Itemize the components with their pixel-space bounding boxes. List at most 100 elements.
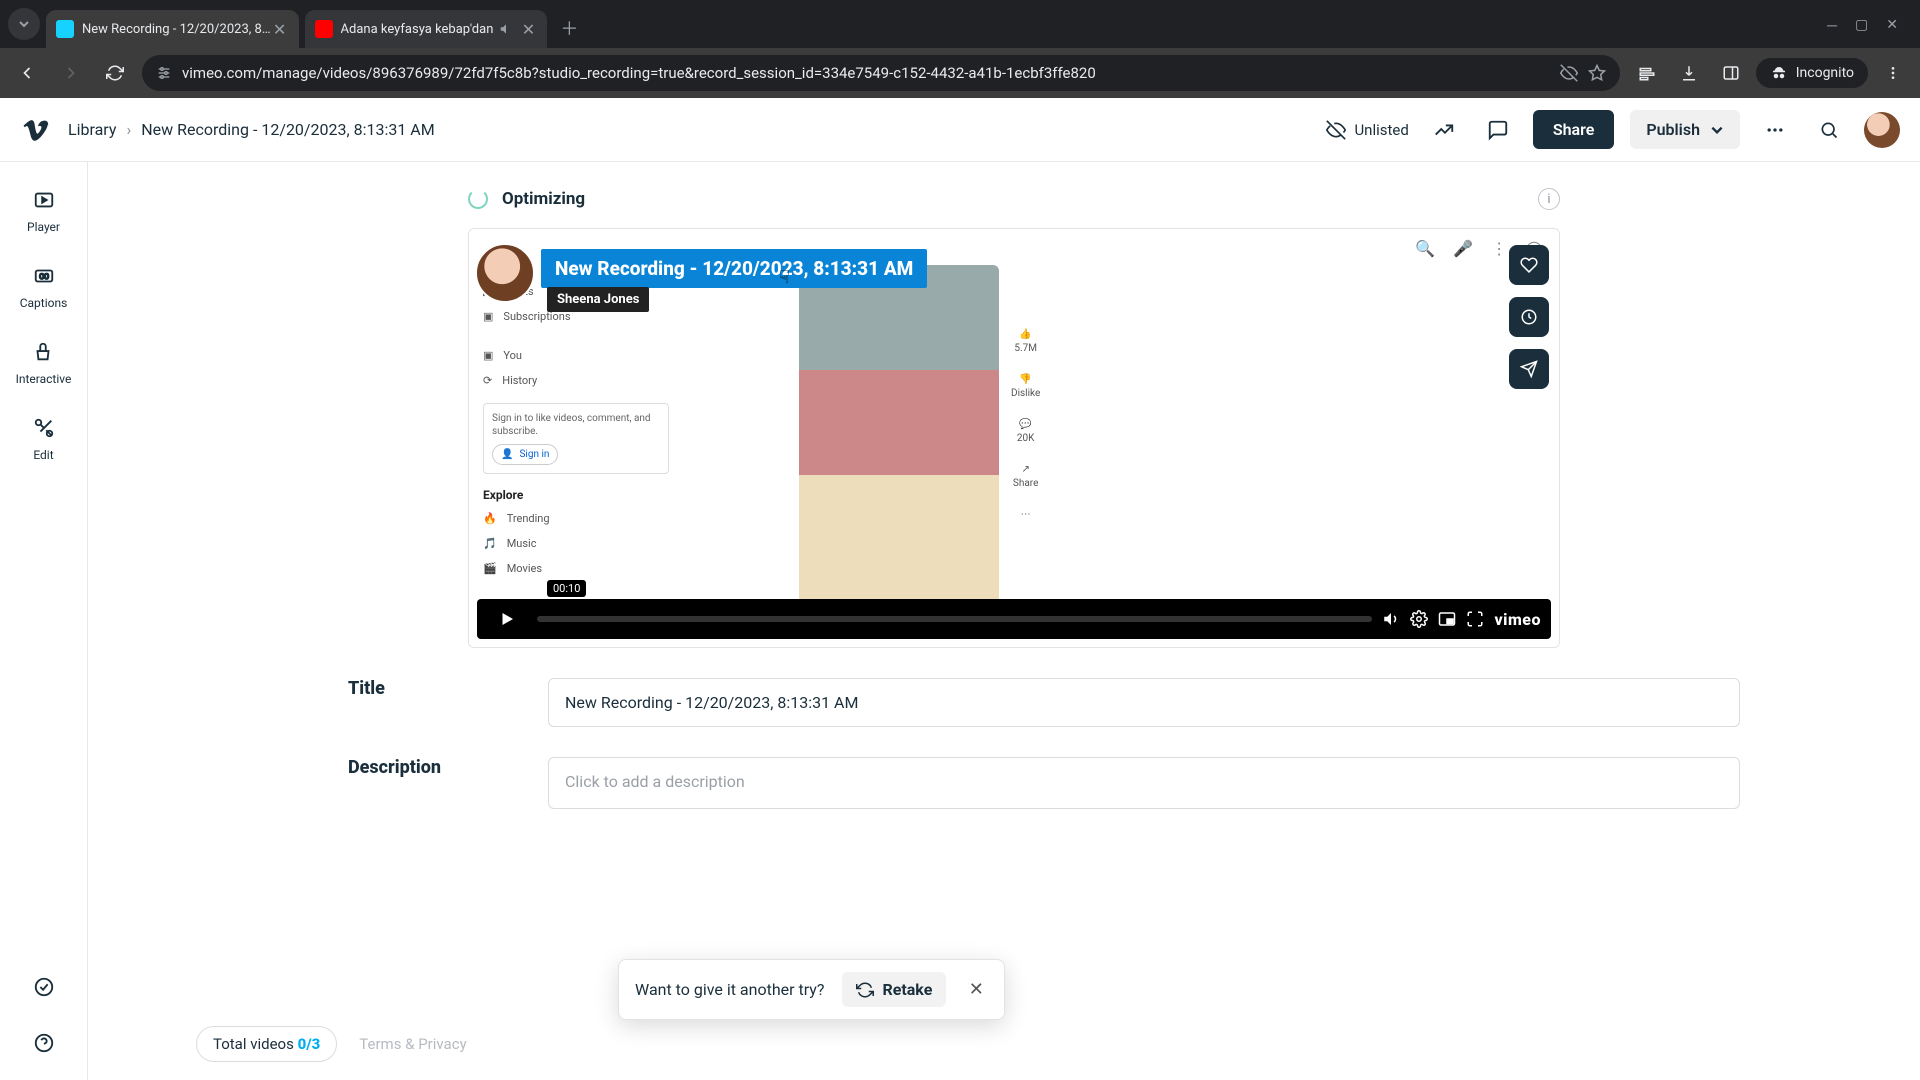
help-icon[interactable] <box>25 1024 63 1062</box>
window-controls: ─ ▢ ✕ <box>1827 17 1912 48</box>
title-row: Title <box>88 648 1920 727</box>
browser-toolbar: Incognito <box>0 48 1920 98</box>
back-button[interactable] <box>10 56 44 90</box>
yt-short-thumbnail <box>799 265 999 615</box>
rail-label: Captions <box>20 296 68 310</box>
comment-icon: 💬 <box>1019 419 1031 430</box>
close-window-icon[interactable]: ✕ <box>1886 17 1898 34</box>
fullscreen-icon[interactable] <box>1466 610 1484 628</box>
publish-button[interactable]: Publish <box>1630 110 1740 149</box>
browser-tab-youtube[interactable]: Adana keyfasya kebap'dan ✕ <box>305 10 548 48</box>
rail-captions[interactable]: CC Captions <box>20 262 68 310</box>
status-text: Optimizing <box>502 189 585 209</box>
rail-label: Interactive <box>16 372 72 386</box>
eye-blocked-icon[interactable] <box>1560 64 1578 82</box>
settings-gear-icon[interactable] <box>1410 610 1428 628</box>
retake-button[interactable]: Retake <box>842 972 946 1007</box>
breadcrumb: Library › New Recording - 12/20/2023, 8:… <box>68 120 435 139</box>
thumbs-down-icon: 👎 <box>1019 374 1031 385</box>
activity-icon[interactable] <box>25 968 63 1006</box>
play-button[interactable] <box>487 599 527 639</box>
yt-trending: Trending <box>507 512 550 525</box>
retake-label: Retake <box>882 980 932 999</box>
analytics-button[interactable] <box>1425 111 1463 149</box>
sidepanel-icon[interactable] <box>1714 56 1748 90</box>
title-label: Title <box>348 678 518 699</box>
yt-music: Music <box>507 537 537 550</box>
privacy-label: Unlisted <box>1354 121 1408 139</box>
menu-kebab-icon[interactable] <box>1876 56 1910 90</box>
breadcrumb-current: New Recording - 12/20/2023, 8:13:31 AM <box>141 120 434 139</box>
favicon-vimeo <box>56 20 74 38</box>
chevron-right-icon: › <box>126 120 131 139</box>
rail-player[interactable]: Player <box>27 186 60 234</box>
breadcrumb-library[interactable]: Library <box>68 120 116 139</box>
progress-bar[interactable] <box>537 616 1372 622</box>
yt-movies: Movies <box>507 562 542 575</box>
incognito-indicator[interactable]: Incognito <box>1756 58 1868 88</box>
media-control-icon[interactable] <box>1630 56 1664 90</box>
video-title-overlay: New Recording - 12/20/2023, 8:13:31 AM <box>541 249 927 288</box>
minimize-icon[interactable]: ─ <box>1827 17 1837 34</box>
more-menu-button[interactable] <box>1756 111 1794 149</box>
close-tab-icon[interactable]: ✕ <box>271 20 289 39</box>
rail-label: Edit <box>33 448 53 462</box>
audio-playing-icon[interactable] <box>499 22 513 36</box>
vimeo-wordmark[interactable]: vimeo <box>1494 610 1541 629</box>
tabs-dropdown[interactable] <box>8 8 40 40</box>
rail-label: Player <box>27 220 60 234</box>
terms-link[interactable]: Terms & Privacy <box>359 1035 466 1053</box>
info-icon[interactable]: i <box>1538 188 1560 210</box>
player-side-actions <box>1509 245 1549 389</box>
description-row: Description Click to add a description <box>88 727 1920 809</box>
comments-button[interactable] <box>1479 111 1517 149</box>
kebab-icon: ⋮ <box>1491 239 1507 258</box>
close-tab-icon[interactable]: ✕ <box>519 20 537 39</box>
captions-icon: CC <box>30 262 58 290</box>
cursor-icon: ☟ <box>779 267 790 288</box>
rail-interactive[interactable]: Interactive <box>16 338 72 386</box>
description-input[interactable]: Click to add a description <box>548 757 1740 809</box>
maximize-icon[interactable]: ▢ <box>1855 17 1868 34</box>
rail-edit[interactable]: Edit <box>30 414 58 462</box>
address-bar[interactable] <box>142 55 1620 91</box>
pip-icon[interactable] <box>1438 610 1456 628</box>
watch-later-button[interactable] <box>1509 297 1549 337</box>
player-controls: vimeo <box>477 599 1551 639</box>
yt-short-stats: 👍5.7M 👎Dislike 💬20K ↗Share ⋯ <box>1011 329 1040 520</box>
user-avatar[interactable] <box>1864 112 1900 148</box>
volume-icon[interactable] <box>1382 610 1400 628</box>
site-settings-icon[interactable] <box>156 65 172 81</box>
bookmark-star-icon[interactable] <box>1588 64 1606 82</box>
title-input[interactable] <box>548 678 1740 727</box>
app-header: Library › New Recording - 12/20/2023, 8:… <box>0 98 1920 162</box>
new-tab-button[interactable]: ＋ <box>553 12 585 44</box>
description-label: Description <box>348 757 518 778</box>
spinner-icon <box>468 189 488 209</box>
incognito-label: Incognito <box>1796 65 1854 81</box>
yt-history: History <box>502 374 537 387</box>
toast-close-icon[interactable]: ✕ <box>964 979 988 1000</box>
toast-message: Want to give it another try? <box>635 980 824 999</box>
search-button[interactable] <box>1810 111 1848 149</box>
retake-icon <box>856 981 874 999</box>
privacy-toggle[interactable]: Unlisted <box>1326 120 1408 140</box>
interactive-icon <box>29 338 57 366</box>
yt-you: You <box>503 349 522 362</box>
like-button[interactable] <box>1509 245 1549 285</box>
share-button[interactable]: Share <box>1533 110 1615 149</box>
time-tooltip: 00:10 <box>547 580 586 597</box>
video-quota-pill[interactable]: Total videos 0/3 <box>196 1026 337 1062</box>
url-input[interactable] <box>182 64 1550 82</box>
reload-button[interactable] <box>98 56 132 90</box>
download-icon[interactable] <box>1672 56 1706 90</box>
video-player[interactable]: ▶Shorts ▣Subscriptions ▣You ⟳History Sig… <box>468 228 1560 648</box>
yt-signin-btn: 👤 Sign in <box>492 444 558 465</box>
browser-tab-vimeo[interactable]: New Recording - 12/20/2023, 8… ✕ <box>46 10 299 48</box>
share-video-button[interactable] <box>1509 349 1549 389</box>
tab-title: Adana keyfasya kebap'dan <box>341 22 494 37</box>
vimeo-logo-icon[interactable] <box>20 114 52 146</box>
mic-icon: 🎤 <box>1453 239 1473 258</box>
forward-button[interactable] <box>54 56 88 90</box>
main-content: Optimizing i ▶Shorts ▣Subscriptions ▣You… <box>88 162 1920 1080</box>
